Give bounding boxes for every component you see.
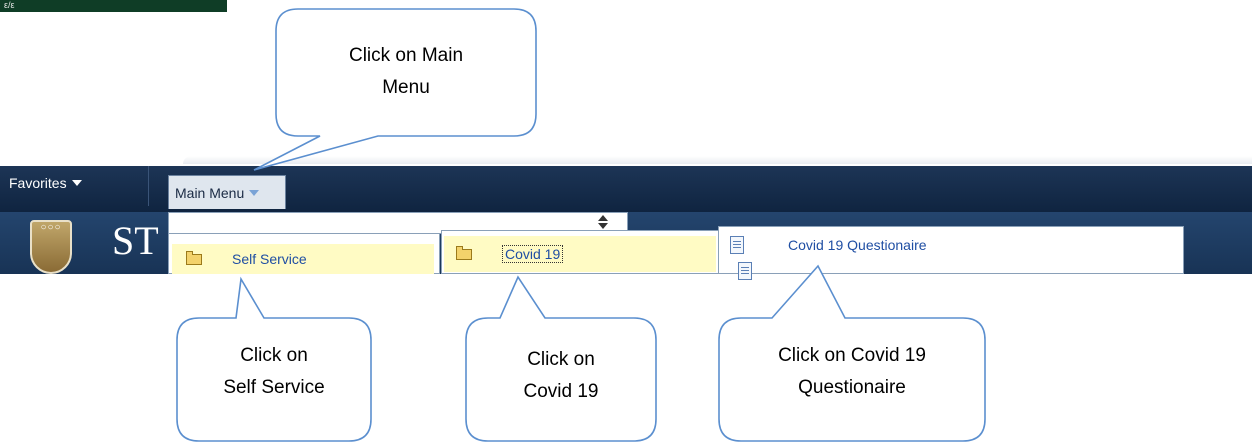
callout-text-main-menu: Click on Main Menu (276, 40, 536, 104)
callout-line: Click on Main (348, 45, 464, 66)
callout-line: Self Service (223, 377, 325, 398)
callout-text-covid-19-questionaire: Click on Covid 19 Questionaire (719, 340, 985, 404)
callout-text-covid-19: Click on Covid 19 (466, 344, 656, 408)
callout-line: Click on Covid 19 (778, 345, 926, 366)
callout-text-self-service: Click on Self Service (177, 340, 371, 404)
callout-line: Menu (382, 77, 430, 98)
callout-line: Covid 19 (523, 381, 599, 402)
callout-line: Questionaire (798, 377, 906, 398)
callout-line: Click on (527, 349, 595, 370)
callout-line: Click on (240, 345, 308, 366)
